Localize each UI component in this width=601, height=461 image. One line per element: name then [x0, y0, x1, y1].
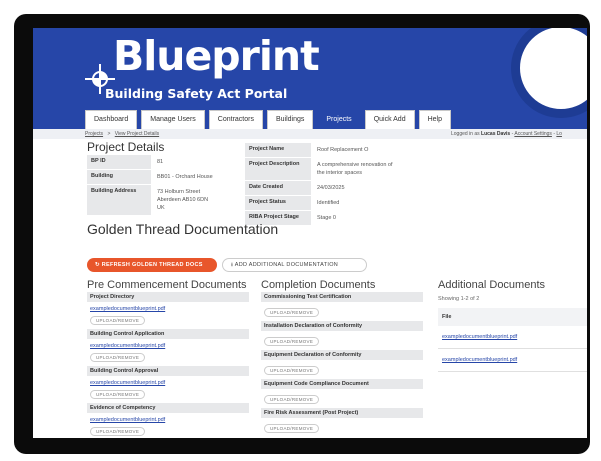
- upload-remove-button[interactable]: UPLOAD/REMOVE: [90, 390, 146, 399]
- tab-projects[interactable]: Projects: [317, 110, 361, 129]
- project-details-left: BP ID 81 Building BB01 - Orchard House B…: [87, 155, 229, 216]
- screen: Blueprint Building Safety Act Portal Das…: [33, 28, 587, 438]
- additional-title: Additional Documents: [438, 279, 546, 291]
- upload-remove-button[interactable]: UPLOAD/REMOVE: [90, 316, 146, 325]
- section-header: Evidence of Competency: [87, 403, 249, 413]
- section-header: Building Control Application: [87, 329, 249, 339]
- user-info: Logged in as Lucas Davis - Account Setti…: [451, 131, 562, 137]
- project-details-title: Project Details: [87, 140, 165, 154]
- detail-value: 24/03/2025: [317, 185, 345, 191]
- breadcrumb-bar: Projects > View Project Details Logged i…: [33, 129, 587, 139]
- file-link[interactable]: exampledocumentblueprint.pdf: [87, 413, 249, 425]
- section-header: Project Directory: [87, 292, 249, 302]
- detail-row: Project Description A comprehensive reno…: [245, 158, 403, 181]
- section-header: Equipment Declaration of Conformity: [261, 350, 423, 360]
- detail-row: BP ID 81: [87, 155, 229, 170]
- detail-label: Project Name: [245, 143, 311, 157]
- upload-remove-button[interactable]: UPLOAD/REMOVE: [264, 424, 320, 433]
- main-nav: Dashboard Manage Users Contractors Build…: [85, 110, 455, 129]
- completion-title: Completion Documents: [261, 279, 376, 291]
- upload-remove-button[interactable]: UPLOAD/REMOVE: [264, 395, 320, 404]
- table-row: exampledocumentblueprint.pdf: [438, 349, 587, 372]
- section-header: Fire Risk Assessment (Post Project): [261, 408, 423, 418]
- section-header: Commissioning Test Certification: [261, 292, 423, 302]
- refresh-golden-thread-button[interactable]: ↻ REFRESH GOLDEN THREAD DOCS: [87, 258, 217, 272]
- brand-subtitle: Building Safety Act Portal: [105, 86, 288, 101]
- logout-link[interactable]: Lo: [556, 131, 562, 137]
- detail-label: Building: [87, 170, 151, 184]
- table-header-file: File: [438, 308, 587, 326]
- completion-list: Commissioning Test Certification UPLOAD/…: [261, 292, 423, 437]
- file-link[interactable]: exampledocumentblueprint.pdf: [87, 302, 249, 314]
- file-link[interactable]: exampledocumentblueprint.pdf: [442, 357, 517, 363]
- logged-in-prefix: Logged in as: [451, 131, 480, 137]
- section-header: Equipment Code Compliance Document: [261, 379, 423, 389]
- brand-name: Blueprint: [113, 32, 320, 80]
- header: Blueprint Building Safety Act Portal Das…: [33, 28, 587, 136]
- detail-label: Project Status: [245, 196, 311, 210]
- device-frame: Blueprint Building Safety Act Portal Das…: [14, 14, 590, 454]
- detail-label: Project Description: [245, 158, 311, 180]
- detail-row: Building Address 73 Holburn Street Aberd…: [87, 185, 229, 216]
- detail-value: 73 Holburn Street Aberdeen AB10 6DN UK: [157, 189, 209, 211]
- detail-row: Project Status Identified: [245, 196, 403, 211]
- detail-value: Roof Replacement O: [317, 147, 369, 153]
- user-name: Lucas Davis: [481, 131, 511, 137]
- upload-remove-button[interactable]: UPLOAD/REMOVE: [264, 366, 320, 375]
- detail-label: Date Created: [245, 181, 311, 195]
- tab-buildings[interactable]: Buildings: [266, 110, 314, 129]
- detail-label: BP ID: [87, 155, 151, 169]
- section-header: Building Control Approval: [87, 366, 249, 376]
- detail-value: BB01 - Orchard House: [157, 174, 213, 180]
- breadcrumb: Projects > View Project Details: [85, 131, 159, 137]
- showing-count: Showing 1-2 of 2: [438, 296, 480, 302]
- breadcrumb-view-project[interactable]: View Project Details: [115, 131, 159, 137]
- detail-value: A comprehensive renovation of the interi…: [317, 162, 393, 176]
- golden-thread-title: Golden Thread Documentation: [87, 221, 279, 237]
- project-details-right: Project Name Roof Replacement O Project …: [245, 143, 403, 226]
- section-header: Installation Declaration of Conformity: [261, 321, 423, 331]
- file-link[interactable]: exampledocumentblueprint.pdf: [87, 339, 249, 351]
- detail-value: 81: [157, 159, 164, 165]
- refresh-icon: ↻: [95, 262, 102, 268]
- pre-commencement-list: Project Directory exampledocumentbluepri…: [87, 292, 249, 438]
- tab-help[interactable]: Help: [418, 110, 452, 129]
- tab-contractors[interactable]: Contractors: [208, 110, 263, 129]
- tab-quick-add[interactable]: Quick Add: [364, 110, 415, 129]
- detail-label: Building Address: [87, 185, 151, 215]
- upload-remove-button[interactable]: UPLOAD/REMOVE: [264, 337, 320, 346]
- detail-row: Building BB01 - Orchard House: [87, 170, 229, 185]
- file-link[interactable]: exampledocumentblueprint.pdf: [87, 376, 249, 388]
- detail-row: Project Name Roof Replacement O: [245, 143, 403, 158]
- file-link[interactable]: exampledocumentblueprint.pdf: [442, 334, 517, 340]
- refresh-button-label: REFRESH GOLDEN THREAD DOCS: [101, 262, 203, 268]
- tab-manage-users[interactable]: Manage Users: [141, 110, 205, 129]
- detail-value: Stage 0: [317, 215, 336, 221]
- pre-commencement-title: Pre Commencement Documents: [87, 279, 247, 291]
- additional-documents-table: Showing 1-2 of 2 File exampledocumentblu…: [438, 296, 587, 372]
- upload-remove-button[interactable]: UPLOAD/REMOVE: [264, 308, 320, 317]
- table-row: exampledocumentblueprint.pdf: [438, 326, 587, 349]
- detail-row: Date Created 24/03/2025: [245, 181, 403, 196]
- add-button-label: ADD ADDITIONAL DOCUMENTATION: [234, 262, 339, 268]
- account-settings-link[interactable]: Account Settings: [514, 131, 552, 137]
- breadcrumb-separator: >: [107, 131, 111, 137]
- tab-dashboard[interactable]: Dashboard: [85, 110, 138, 129]
- detail-value: Identified: [317, 200, 340, 206]
- add-documentation-button[interactable]: ⭳ ADD ADDITIONAL DOCUMENTATION: [222, 258, 367, 272]
- profile-circle[interactable]: [511, 28, 587, 118]
- upload-remove-button[interactable]: UPLOAD/REMOVE: [90, 427, 146, 436]
- breadcrumb-projects[interactable]: Projects: [85, 131, 103, 137]
- upload-remove-button[interactable]: UPLOAD/REMOVE: [90, 353, 146, 362]
